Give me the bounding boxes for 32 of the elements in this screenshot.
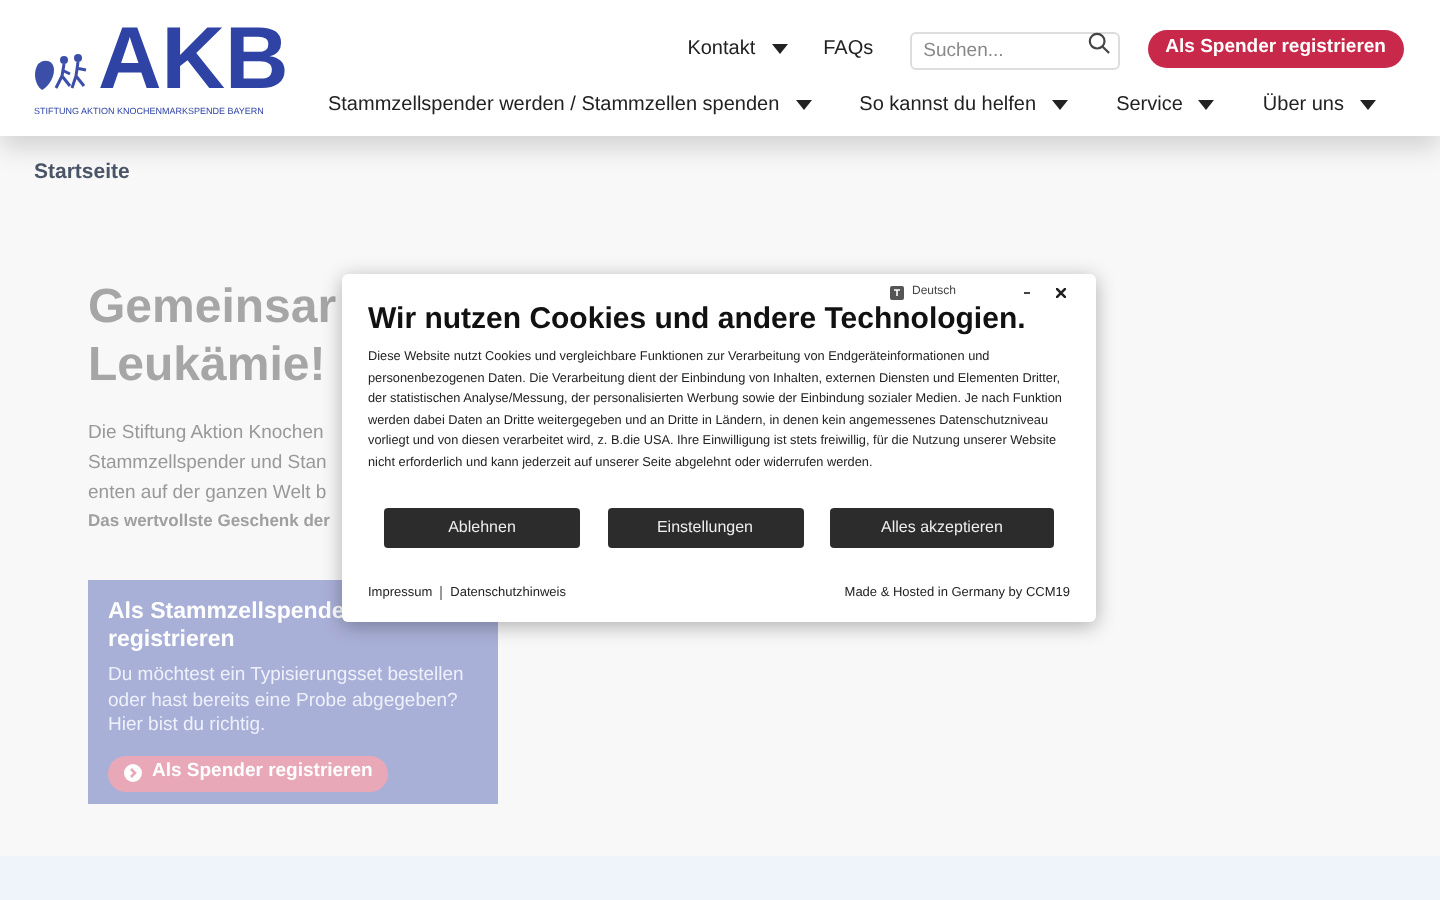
cookie-button[interactable]: Einstellungen <box>607 508 803 548</box>
hero-title: Leukämie! <box>88 336 326 394</box>
cookie-button[interactable]: Ablehnen <box>384 508 580 548</box>
hero-text: Die Stiftung Aktion Knochen <box>88 420 324 448</box>
hero-text: Stammzellspender und Stan <box>88 450 327 478</box>
hero-text: enten auf der ganzen Welt b <box>88 480 327 508</box>
nav-menu-item[interactable]: So kannst du helfen <box>859 90 1069 120</box>
nav-menu-item[interactable]: Über uns <box>1262 90 1376 120</box>
register-button[interactable]: Als Spender registrieren <box>1147 29 1404 67</box>
nav-menu-item[interactable]: Service <box>1116 90 1215 120</box>
translate-icon <box>890 285 904 299</box>
nav-link[interactable]: FAQs <box>823 33 874 63</box>
search-icon[interactable] <box>1087 32 1110 54</box>
cookie-title: Wir nutzen Cookies und andere Technologien. <box>368 302 1028 338</box>
close-icon[interactable] <box>1056 287 1066 297</box>
caret-icon <box>1198 100 1215 110</box>
hero-title: Gemeinsar <box>88 278 337 336</box>
nav-link[interactable]: Kontakt <box>687 33 788 63</box>
arrow-icon <box>124 764 142 782</box>
breadcrumb-link[interactable]: Startseite <box>34 160 130 184</box>
caret-icon <box>795 100 812 110</box>
logo-text[interactable]: AKB <box>98 20 289 100</box>
caret-icon <box>1360 100 1376 110</box>
runners-icon <box>34 52 90 92</box>
cookie-button[interactable]: Alles akzeptieren <box>830 508 1054 548</box>
card-title: registrieren <box>108 626 235 654</box>
hero-tagline: Das wertvollste Geschenk der <box>88 508 330 534</box>
card-title: Als Stammzellspende <box>108 598 345 626</box>
nav-menu-item[interactable]: Stammzellspender werden / Stammzellen spenden <box>327 90 812 120</box>
card-text: Du möchtest ein Typisierungsset bestellen oder hast bereits eine Probe abgegeben? Hier bist du richtig. <box>108 664 466 739</box>
search-field[interactable]: Suchen... <box>909 32 1120 70</box>
caret-icon <box>1052 100 1069 110</box>
